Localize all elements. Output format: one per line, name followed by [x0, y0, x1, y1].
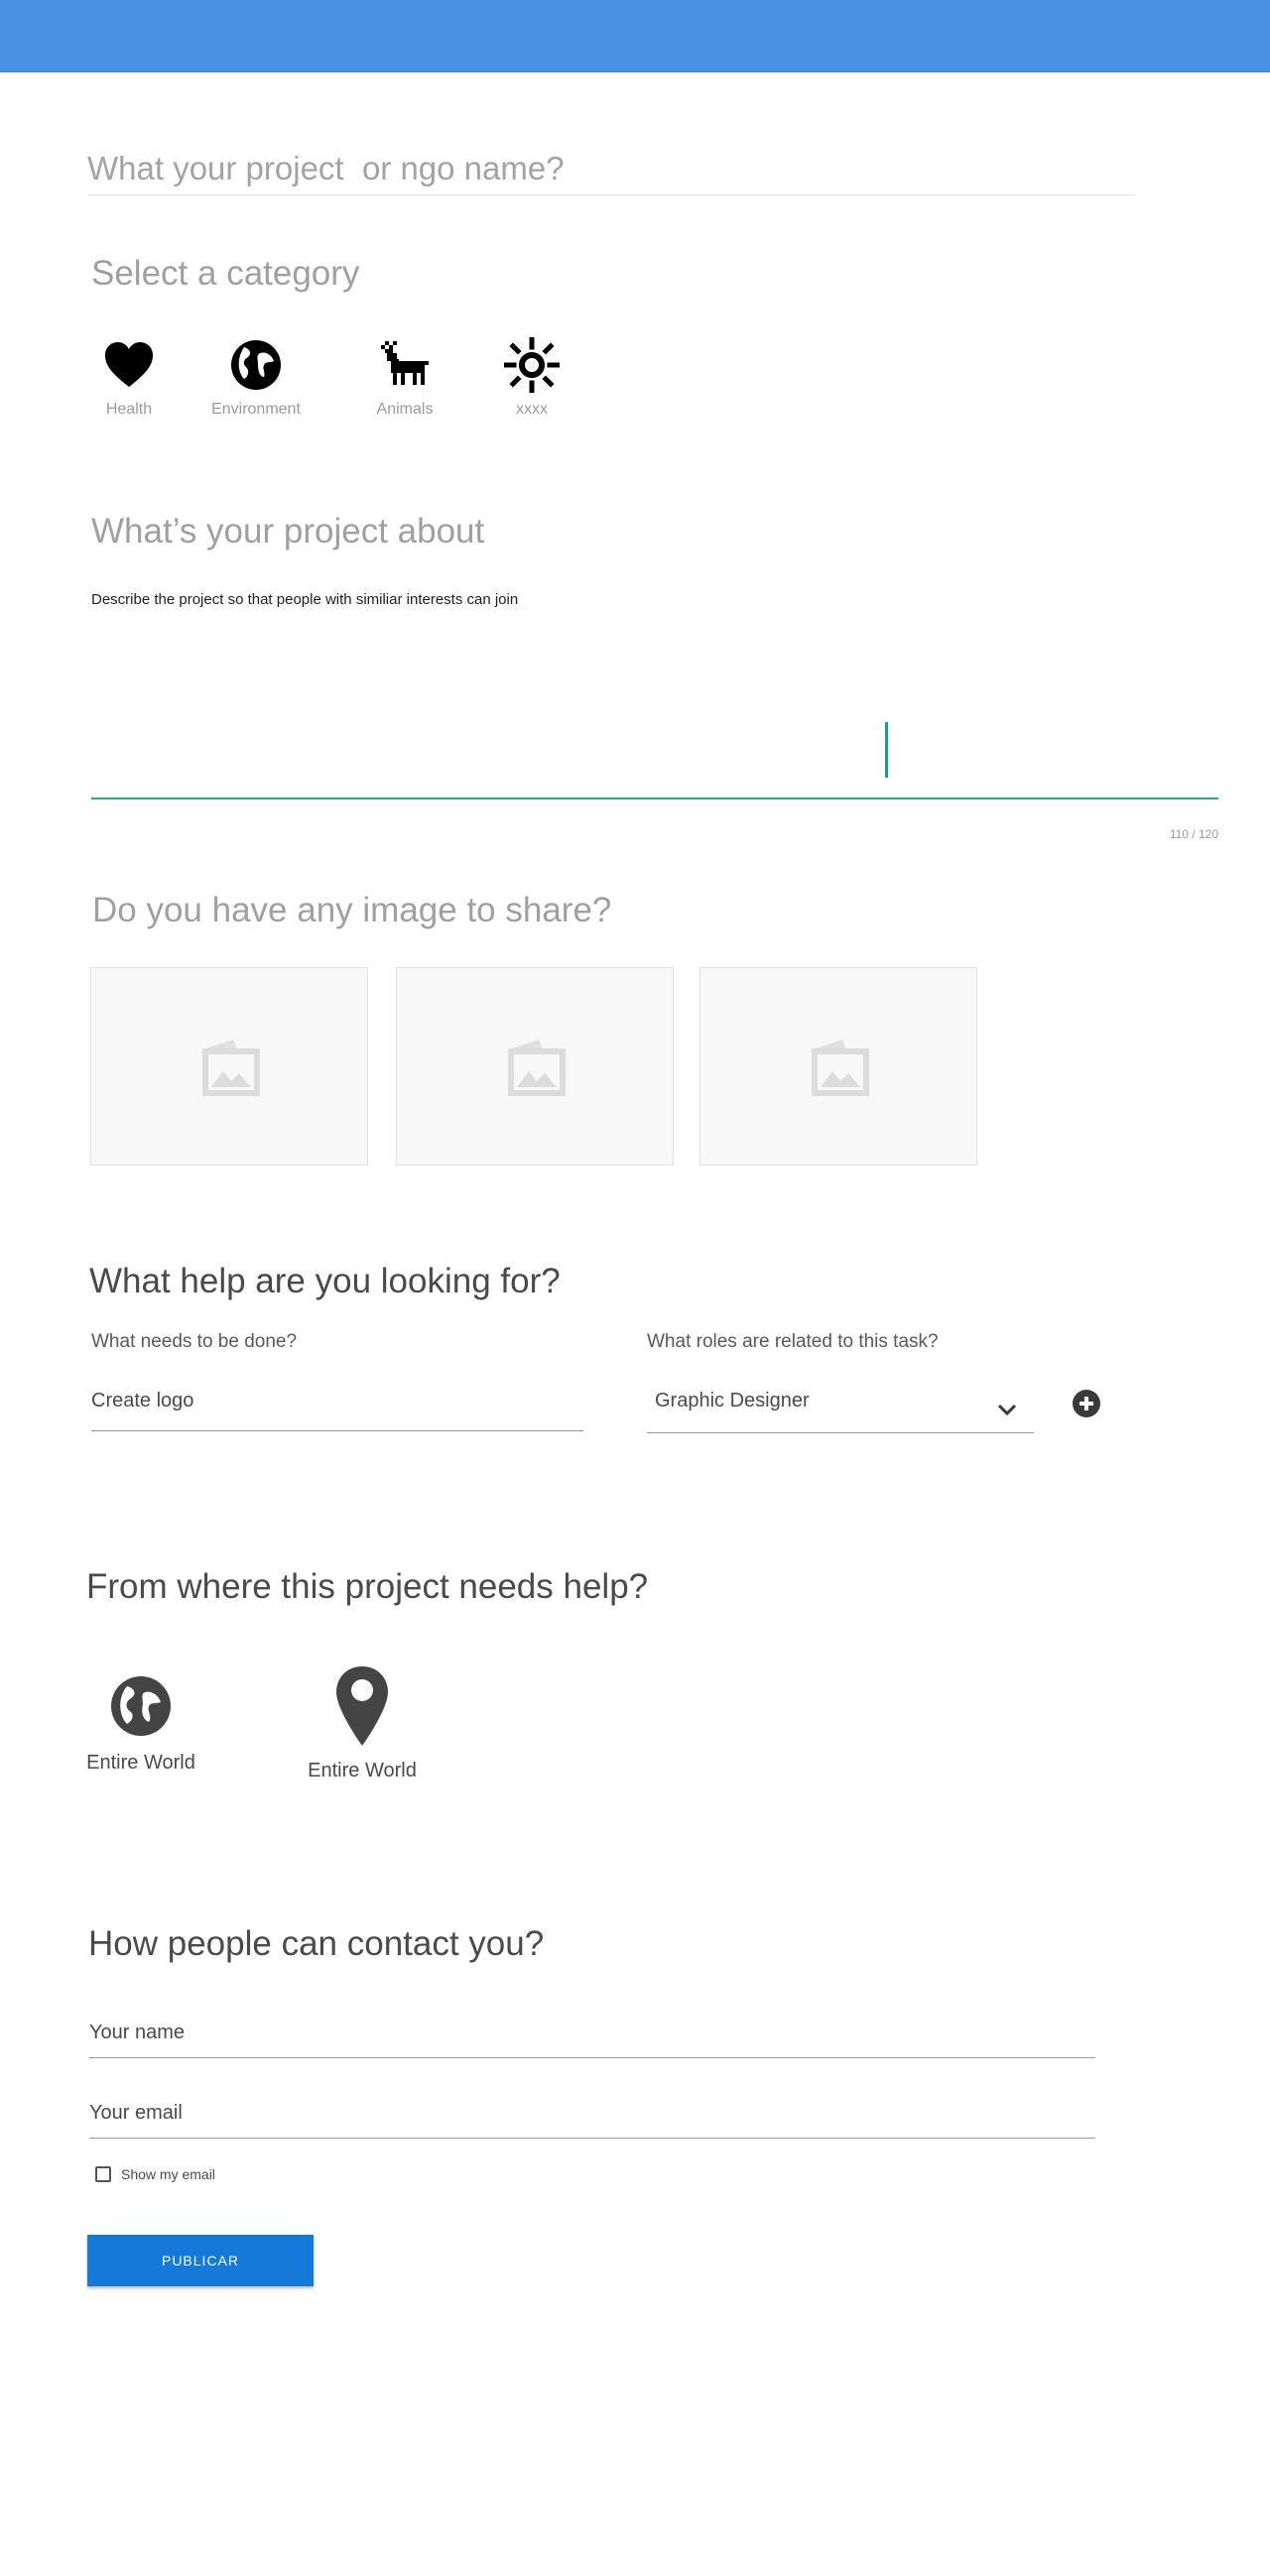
task-input[interactable]: Create logo — [91, 1390, 193, 1412]
contact-email-underline — [89, 2138, 1095, 2139]
help-section-title: What help are you looking for? — [89, 1262, 561, 1300]
add-role-icon[interactable] — [1072, 1389, 1101, 1418]
roles-select-underline — [647, 1432, 1034, 1433]
category-xxxx[interactable]: xxxx — [472, 337, 591, 419]
images-section-title: Do you have any image to share? — [92, 891, 612, 929]
show-email-label: Show my email — [121, 2166, 215, 2182]
contact-name-input[interactable]: Your name — [89, 2022, 185, 2044]
location-section-title: From where this project needs help? — [86, 1567, 649, 1606]
about-section-title: What’s your project about — [91, 512, 485, 551]
project-description-text[interactable]: Describe the project so that people with… — [91, 591, 518, 608]
image-placeholder-icon — [202, 1040, 260, 1096]
image-upload-slot[interactable] — [699, 967, 977, 1165]
globe-icon — [111, 1676, 171, 1736]
category-label: Animals — [376, 401, 434, 418]
task-input-underline — [91, 1430, 583, 1431]
contact-section-title: How people can contact you? — [88, 1924, 545, 1963]
globe-icon — [231, 340, 281, 390]
category-environment[interactable]: Environment — [196, 337, 316, 419]
task-field-label: What needs to be done? — [91, 1331, 298, 1352]
location-option-pin[interactable]: Entire World — [288, 1664, 437, 1782]
description-underline — [91, 797, 1218, 799]
category-label: xxxx — [516, 401, 548, 418]
project-name-input[interactable] — [87, 143, 1135, 195]
top-app-bar — [0, 0, 1270, 72]
sun-icon — [504, 337, 560, 393]
text-cursor — [885, 722, 888, 778]
category-section-title: Select a category — [91, 254, 360, 293]
image-upload-slot[interactable] — [396, 967, 674, 1165]
location-option-entire-world[interactable]: Entire World — [66, 1664, 215, 1775]
contact-email-input[interactable]: Your email — [89, 2102, 183, 2125]
contact-name-underline — [89, 2057, 1095, 2058]
image-upload-slot[interactable] — [90, 967, 368, 1165]
category-animals[interactable]: Animals — [345, 337, 464, 419]
image-placeholder-icon — [508, 1040, 566, 1096]
category-health[interactable]: Health — [69, 337, 189, 419]
chevron-down-icon[interactable] — [996, 1403, 1018, 1416]
heart-icon — [105, 342, 153, 387]
deer-icon — [381, 341, 429, 385]
publish-button[interactable]: PUBLICAR — [87, 2235, 314, 2286]
show-email-checkbox[interactable] — [95, 2166, 111, 2182]
character-counter: 110 / 120 — [1169, 827, 1218, 841]
location-label: Entire World — [86, 1752, 195, 1774]
category-label: Environment — [211, 401, 301, 418]
roles-select[interactable]: Graphic Designer — [655, 1390, 810, 1412]
category-label: Health — [105, 401, 153, 418]
location-label: Entire World — [308, 1760, 417, 1781]
image-placeholder-icon — [812, 1040, 869, 1096]
roles-field-label: What roles are related to this task? — [647, 1331, 939, 1352]
map-pin-icon — [336, 1666, 388, 1746]
